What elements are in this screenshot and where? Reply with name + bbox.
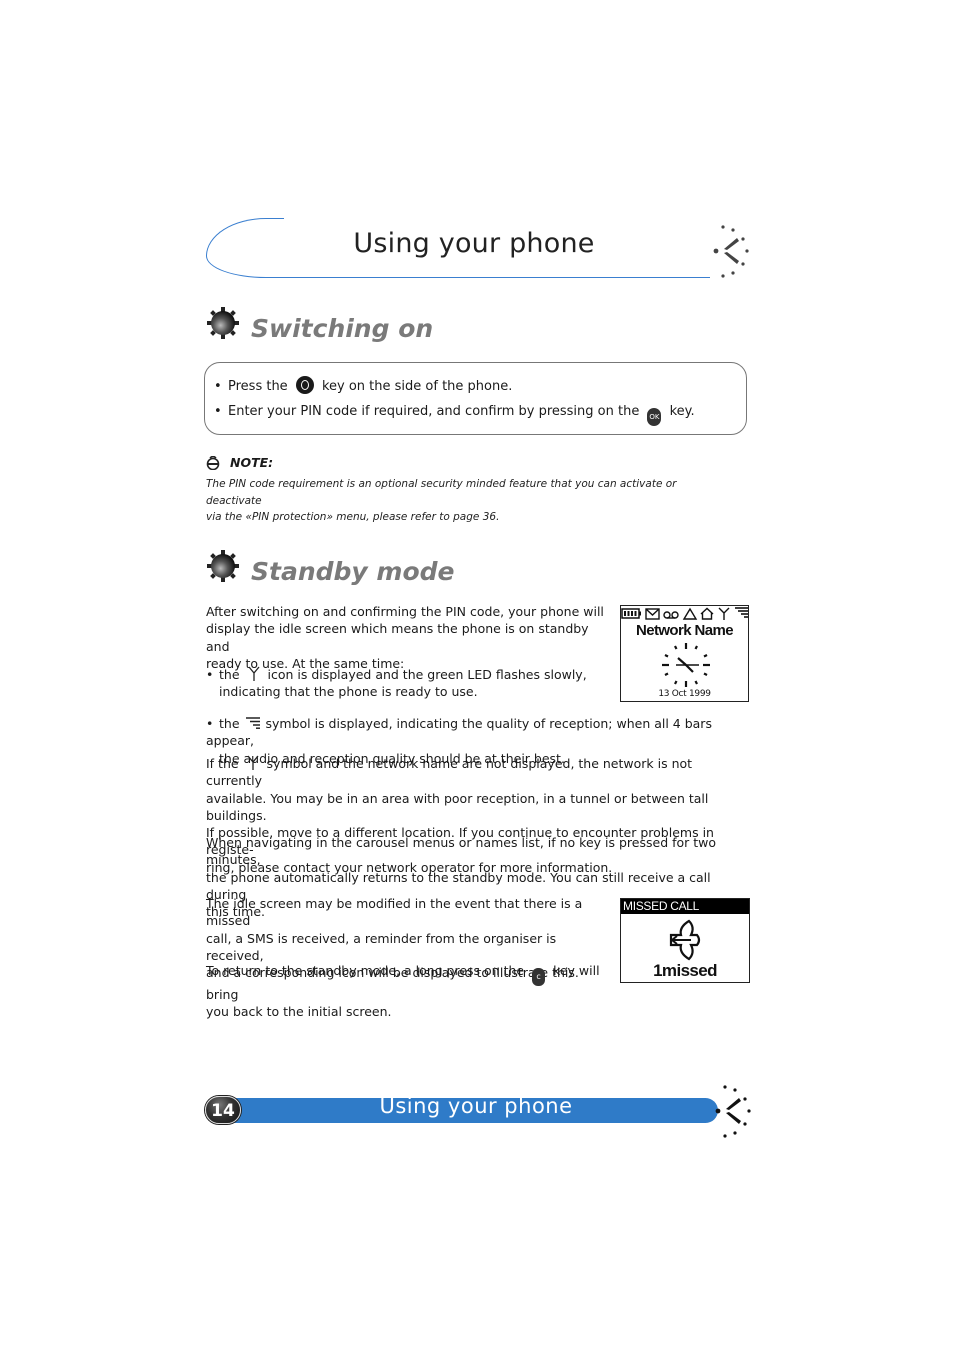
- clear-key-icon: c: [532, 968, 546, 986]
- battery-icon: [621, 608, 641, 619]
- signal-bars-icon: [735, 607, 748, 618]
- return-standby-paragraph: To return to the standby mode, a long pr…: [206, 963, 600, 1020]
- status-bar-icons: [621, 607, 748, 620]
- voicemail-icon: [663, 611, 679, 619]
- idle-screen-illustration: Network Name 13 Oct 1999: [620, 605, 749, 702]
- gear-bullet-icon: [207, 550, 239, 582]
- note-text: The PIN code requirement is an optional …: [206, 478, 677, 523]
- page-title: Using your phone: [353, 228, 595, 259]
- note-label: NOTE:: [230, 455, 274, 470]
- section-title-switching-on: Switching on: [251, 314, 434, 343]
- header-rule: [284, 277, 710, 278]
- gear-bullet-icon: [207, 307, 239, 339]
- missed-count-text: 1missed: [653, 961, 717, 980]
- envelope-icon: [645, 608, 660, 620]
- missed-call-arrow-icon: [669, 919, 701, 961]
- instruction-item-press-key: • Press the key on the side of the phone.: [214, 376, 512, 394]
- signal-bars-icon: [245, 717, 260, 729]
- missed-call-header: MISSED CALL: [621, 899, 749, 914]
- idle-date-text: 13 Oct 1999: [658, 689, 711, 699]
- antenna-icon: [718, 607, 730, 620]
- note-hand-icon: [206, 456, 220, 470]
- alarm-icon: [682, 607, 698, 620]
- home-icon: [700, 607, 714, 620]
- analog-clock-icon: [662, 643, 710, 687]
- footer-title: Using your phone: [379, 1094, 573, 1118]
- instruction-item-enter-pin: • Enter your PIN code if required, and co…: [214, 404, 695, 426]
- section-title-standby-mode: Standby mode: [251, 557, 455, 586]
- ok-key-icon: OK: [647, 408, 662, 426]
- sparkle-logo-icon: [715, 1085, 751, 1138]
- bullet-antenna-icon-info: • the icon is displayed and the green LED…: [206, 666, 587, 700]
- page-number-badge: 14: [205, 1096, 241, 1124]
- sparkle-logo-icon: [713, 225, 749, 278]
- missed-call-screen-illustration: MISSED CALL 1missed: [620, 898, 750, 983]
- standby-intro-paragraph: After switching on and confirming the PI…: [206, 604, 604, 671]
- antenna-icon: [247, 755, 259, 770]
- power-key-icon: [295, 376, 314, 394]
- antenna-icon: [248, 666, 259, 681]
- network-name-text: Network Name: [635, 622, 734, 639]
